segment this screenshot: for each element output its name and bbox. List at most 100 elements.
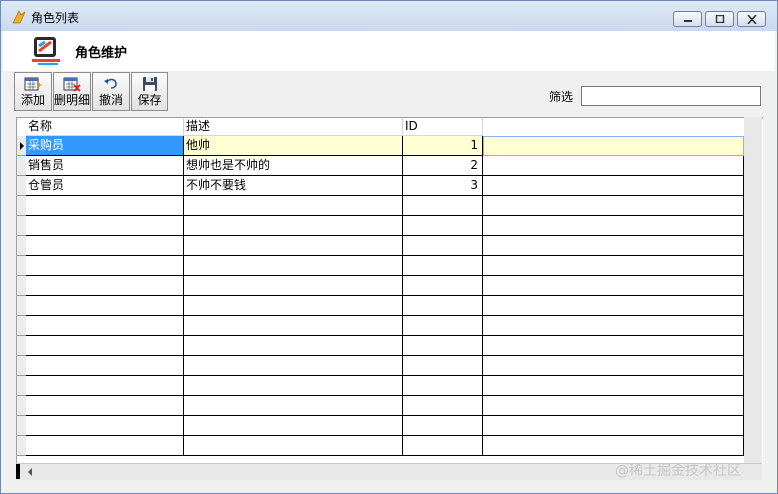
table-row[interactable] [17, 376, 744, 396]
cell-name[interactable] [26, 416, 184, 436]
cell-description[interactable] [184, 276, 403, 296]
row-indicator[interactable] [17, 316, 26, 336]
row-indicator[interactable] [17, 356, 26, 376]
table-row[interactable] [17, 396, 744, 416]
cell-name[interactable] [26, 396, 184, 416]
cell-id[interactable] [403, 216, 483, 236]
cell-description[interactable] [184, 296, 403, 316]
cell-name[interactable] [26, 376, 184, 396]
cell-filler [483, 356, 744, 376]
filter-input[interactable] [581, 86, 761, 106]
undo-button[interactable]: 撤消 [92, 72, 130, 111]
cell-id[interactable] [403, 276, 483, 296]
cell-description[interactable] [184, 336, 403, 356]
cell-id[interactable]: 2 [403, 156, 483, 176]
row-indicator[interactable] [17, 136, 26, 156]
cell-id[interactable] [403, 296, 483, 316]
cell-description[interactable] [184, 376, 403, 396]
cell-description[interactable]: 想帅也是不帅的 [184, 156, 403, 176]
row-indicator[interactable] [17, 296, 26, 316]
row-indicator[interactable] [17, 156, 26, 176]
cell-id[interactable] [403, 376, 483, 396]
cell-id[interactable] [403, 436, 483, 456]
row-indicator[interactable] [17, 436, 26, 456]
minimize-button[interactable] [673, 11, 702, 27]
cell-description[interactable] [184, 396, 403, 416]
cell-name[interactable] [26, 316, 184, 336]
save-button[interactable]: 保存 [131, 72, 168, 111]
cell-name[interactable] [26, 236, 184, 256]
cell-name[interactable] [26, 256, 184, 276]
cell-name[interactable] [26, 336, 184, 356]
delete-detail-icon [63, 77, 81, 92]
cell-id[interactable] [403, 396, 483, 416]
table-row[interactable] [17, 416, 744, 436]
delete-detail-button[interactable]: 删明细 [53, 72, 91, 111]
vertical-scrollbar[interactable] [744, 117, 762, 463]
cell-filler [483, 276, 744, 296]
table-row[interactable]: 仓管员 不帅不要钱 3 [17, 176, 744, 196]
cell-description[interactable]: 不帅不要钱 [184, 176, 403, 196]
table-row[interactable] [17, 296, 744, 316]
table-row[interactable] [17, 436, 744, 456]
table-row[interactable] [17, 236, 744, 256]
table-row[interactable] [17, 216, 744, 236]
cell-filler [483, 156, 744, 176]
cell-description[interactable] [184, 196, 403, 216]
cell-description[interactable] [184, 356, 403, 376]
cell-description[interactable] [184, 256, 403, 276]
cell-id[interactable] [403, 416, 483, 436]
close-button[interactable] [737, 11, 766, 27]
cell-id[interactable] [403, 256, 483, 276]
row-indicator[interactable] [17, 396, 26, 416]
row-indicator[interactable] [17, 276, 26, 296]
column-header-name[interactable]: 名称 [26, 118, 184, 136]
row-indicator[interactable] [17, 376, 26, 396]
cell-description[interactable] [184, 236, 403, 256]
cell-name[interactable] [26, 356, 184, 376]
row-indicator[interactable] [17, 196, 26, 216]
cell-description[interactable]: 他帅 [184, 136, 403, 156]
row-indicator[interactable] [17, 176, 26, 196]
cell-id[interactable]: 3 [403, 176, 483, 196]
cell-id[interactable] [403, 356, 483, 376]
add-button[interactable]: 添加 [14, 72, 52, 111]
scroll-left-icon[interactable] [24, 465, 36, 479]
cell-name[interactable] [26, 216, 184, 236]
cell-id[interactable]: 1 [403, 136, 483, 156]
cell-name[interactable]: 销售员 [26, 156, 184, 176]
logo-icon [32, 37, 60, 65]
cell-id[interactable] [403, 336, 483, 356]
table-row[interactable]: 销售员 想帅也是不帅的 2 [17, 156, 744, 176]
cell-id[interactable] [403, 236, 483, 256]
cell-id[interactable] [403, 196, 483, 216]
cell-description[interactable] [184, 216, 403, 236]
table-row[interactable] [17, 336, 744, 356]
cell-description[interactable] [184, 416, 403, 436]
cell-name[interactable]: 采购员 [26, 136, 184, 156]
cell-name[interactable] [26, 196, 184, 216]
row-indicator[interactable] [17, 416, 26, 436]
table-row[interactable] [17, 276, 744, 296]
row-indicator[interactable] [17, 336, 26, 356]
table-row[interactable] [17, 356, 744, 376]
table-row[interactable] [17, 256, 744, 276]
maximize-button[interactable] [705, 11, 734, 27]
row-indicator[interactable] [17, 236, 26, 256]
row-indicator[interactable] [17, 256, 26, 276]
cell-name[interactable]: 仓管员 [26, 176, 184, 196]
cell-name[interactable] [26, 276, 184, 296]
cell-description[interactable] [184, 316, 403, 336]
table-row[interactable] [17, 196, 744, 216]
cell-name[interactable] [26, 296, 184, 316]
table-row[interactable]: 采购员 他帅 1 [17, 136, 744, 156]
column-header-id[interactable]: ID [403, 118, 483, 136]
column-header-description[interactable]: 描述 [184, 118, 403, 136]
cell-name[interactable] [26, 436, 184, 456]
role-grid[interactable]: 名称 描述 ID 采购员 他帅 1 销售员 想帅也是不帅的 2 仓管员 不帅不要钱 3 [16, 117, 763, 464]
scroll-thumb[interactable] [16, 464, 20, 479]
table-row[interactable] [17, 316, 744, 336]
cell-description[interactable] [184, 436, 403, 456]
cell-id[interactable] [403, 316, 483, 336]
row-indicator[interactable] [17, 216, 26, 236]
